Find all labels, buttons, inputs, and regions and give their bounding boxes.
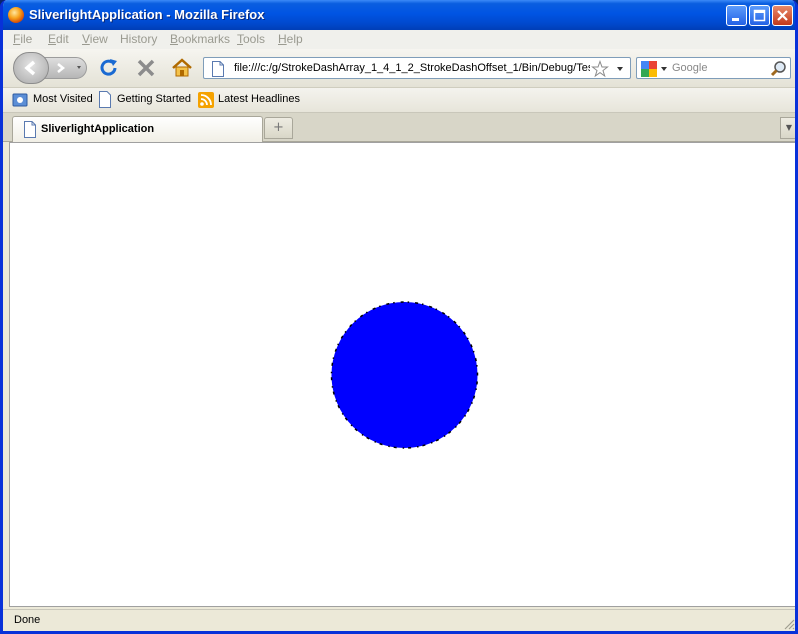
menu-tools[interactable]: Tools — [237, 32, 265, 46]
bookmark-star-icon[interactable] — [591, 60, 609, 78]
silverlight-canvas — [330, 301, 479, 449]
home-icon[interactable] — [170, 56, 194, 80]
browser-window: SliverlightApplication - Mozilla Firefox… — [0, 0, 798, 634]
firefox-logo-icon — [8, 7, 24, 23]
search-icon[interactable] — [770, 60, 788, 78]
getting-started-icon — [99, 91, 111, 108]
title-bar[interactable]: SliverlightApplication - Mozilla Firefox — [3, 0, 795, 30]
search-bar[interactable]: Google — [636, 57, 791, 79]
most-visited-icon — [12, 93, 28, 107]
menu-view[interactable]: View — [82, 32, 108, 46]
close-button[interactable] — [772, 5, 793, 26]
google-engine-icon[interactable] — [641, 61, 669, 77]
search-placeholder: Google — [672, 62, 708, 74]
tab-list-button[interactable]: ▼ — [780, 117, 795, 139]
page-content — [9, 142, 795, 607]
menu-bookmarks[interactable]: Bookmarks — [170, 32, 230, 46]
bookmark-latest-headlines[interactable]: Latest Headlines — [218, 93, 300, 105]
url-dropdown-icon[interactable] — [616, 66, 624, 72]
blue-circle — [330, 301, 479, 449]
menu-edit[interactable]: Edit — [48, 32, 69, 46]
status-bar: Done — [3, 609, 795, 631]
status-text: Done — [14, 614, 41, 626]
reload-icon[interactable] — [98, 57, 120, 79]
back-arrow-icon — [24, 60, 36, 76]
minimize-icon — [732, 18, 739, 21]
rss-feed-icon — [198, 92, 214, 108]
tab-active[interactable]: SliverlightApplication — [12, 116, 263, 142]
bookmark-getting-started[interactable]: Getting Started — [117, 93, 191, 105]
close-icon — [777, 10, 788, 21]
bookmark-most-visited[interactable]: Most Visited — [33, 93, 93, 105]
menu-bar: File Edit View History Bookmarks Tools H… — [3, 30, 795, 49]
menu-history[interactable]: History — [120, 32, 157, 46]
resize-grip-icon[interactable] — [783, 618, 795, 630]
bookmarks-toolbar: Most Visited Getting Started Latest Head… — [3, 88, 795, 113]
forward-arrow-icon — [57, 63, 81, 73]
tab-page-icon — [24, 121, 36, 138]
address-bar[interactable]: file:///c:/g/StrokeDashArray_1_4_1_2_Str… — [203, 57, 631, 79]
url-text: file:///c:/g/StrokeDashArray_1_4_1_2_Str… — [234, 62, 590, 74]
menu-file[interactable]: File — [13, 32, 32, 46]
window-title: SliverlightApplication - Mozilla Firefox — [29, 7, 265, 22]
stop-icon[interactable] — [135, 57, 157, 79]
back-button[interactable] — [13, 52, 49, 84]
new-tab-button[interactable]: + — [264, 117, 293, 139]
maximize-button[interactable] — [749, 5, 770, 26]
tab-strip: SliverlightApplication + ▼ — [3, 113, 795, 142]
forward-button[interactable] — [43, 57, 87, 79]
page-icon — [212, 61, 224, 77]
tab-label: SliverlightApplication — [41, 123, 155, 135]
minimize-button[interactable] — [726, 5, 747, 26]
menu-help[interactable]: Help — [278, 32, 303, 46]
maximize-icon — [753, 9, 766, 22]
